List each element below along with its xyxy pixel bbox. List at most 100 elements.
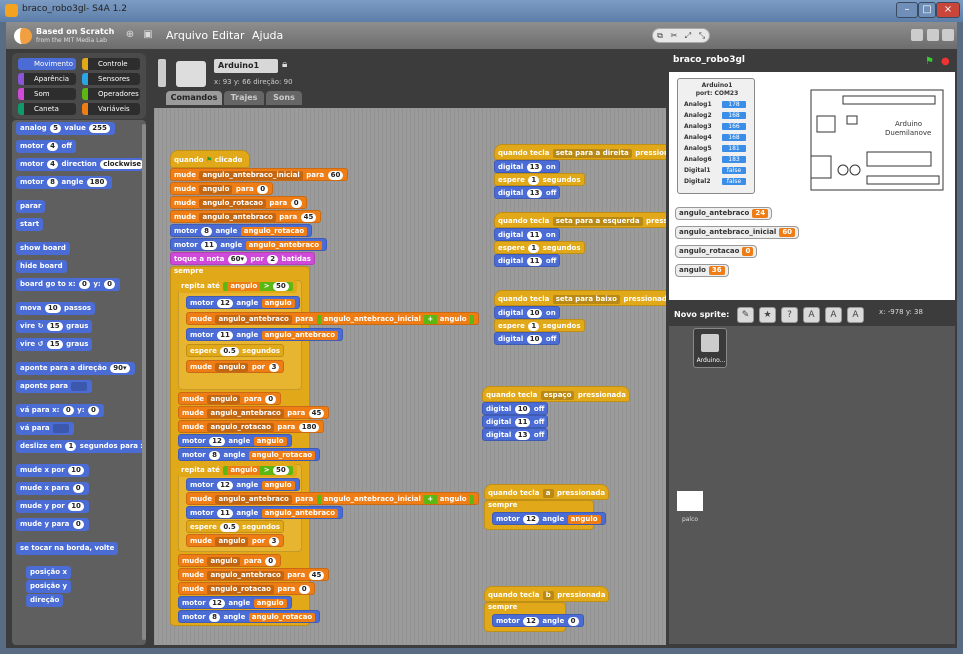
change-y-block[interactable]: mude y por 10 <box>16 500 89 513</box>
hide-board-block[interactable]: hide board <box>16 260 67 273</box>
scissors-icon[interactable]: ✂ <box>667 29 681 42</box>
category-movimento[interactable]: Movimento <box>18 58 76 70</box>
motor-angle-block[interactable]: motor 8 angle 180 <box>16 176 113 189</box>
set-var-block[interactable]: mude angulo_rotacao para 0 <box>178 582 315 595</box>
set-var-block[interactable]: mude angulo_antebraco para angulo_antebr… <box>186 492 479 505</box>
motor-direction-block[interactable]: motor 4 direction clockwise <box>16 158 146 171</box>
when-flag-clicked-hat[interactable]: quando ⚑ clicado <box>170 150 250 168</box>
board-go-to-block[interactable]: board go to x: 0 y: 0 <box>16 278 121 291</box>
change-x-block[interactable]: mude x por 10 <box>16 464 89 477</box>
tab-comandos[interactable]: Comandos <box>166 91 222 105</box>
when-key-pressed-hat[interactable]: quando tecla b pressionada <box>484 586 610 602</box>
when-key-pressed-hat[interactable]: quando tecla a pressionada <box>484 484 610 500</box>
grow-icon[interactable]: ⤢ <box>681 29 695 42</box>
arduino-sprite-icon-2[interactable]: A <box>825 307 842 323</box>
motor-angle-block[interactable]: motor 8 angle angulo_rotacao <box>178 610 321 623</box>
minimize-button[interactable]: – <box>896 2 918 18</box>
repeat-until-header[interactable]: repita até angulo > 50 <box>178 464 297 477</box>
digital-block[interactable]: digital 13 on <box>494 160 560 173</box>
menu-editar[interactable]: Editar <box>212 29 245 42</box>
motor-angle-block[interactable]: motor 12 angle 0 <box>492 614 584 627</box>
wait-block[interactable]: espere 1 segundos <box>494 241 585 254</box>
category-operadores[interactable]: Operadores <box>82 88 140 100</box>
normal-stage-icon[interactable] <box>927 29 939 41</box>
digital-block[interactable]: digital 10 off <box>494 332 561 345</box>
digital-block[interactable]: digital 13 off <box>482 428 549 441</box>
variable-monitor[interactable]: angulo_antebraco 24 <box>675 207 773 220</box>
set-var-block[interactable]: mude angulo para 0 <box>178 392 282 405</box>
category-variaveis[interactable]: Variáveis <box>82 103 140 115</box>
set-var-block[interactable]: mude angulo_antebraco para angulo_antebr… <box>186 312 479 325</box>
sprite-tile[interactable]: Arduino... <box>693 328 727 368</box>
bounce-block[interactable]: se tocar na borda, volte <box>16 542 119 555</box>
close-button[interactable]: × <box>936 2 960 18</box>
glide-block[interactable]: deslize em 1 segundos para x: <box>16 440 146 453</box>
scratch-logo[interactable]: Based on Scratch from the MIT Media Lab <box>14 26 126 46</box>
palette-scrollbar[interactable] <box>142 124 146 640</box>
digital-block[interactable]: digital 13 off <box>494 186 561 199</box>
turn-right-block[interactable]: vire ↻ 15 graus <box>16 320 93 333</box>
set-var-block[interactable]: mude angulo_antebraco_inicial para 60 <box>170 168 349 181</box>
menu-arquivo[interactable]: Arquivo <box>166 29 208 42</box>
duplicate-icon[interactable]: ⧉ <box>653 29 667 42</box>
variable-monitor[interactable]: angulo_antebraco_inicial 60 <box>675 226 800 239</box>
random-sprite-icon[interactable]: ? <box>781 307 798 323</box>
stage[interactable]: Arduino1 port: COM23 Analog1 178 Analog2 1… <box>669 72 955 300</box>
variable-monitor[interactable]: angulo 36 <box>675 264 729 277</box>
stop-icon[interactable]: ● <box>941 56 950 67</box>
arduino-board-sprite[interactable]: Arduino Duemilanove <box>807 86 947 196</box>
set-var-block[interactable]: mude angulo_rotacao para 0 <box>170 196 307 209</box>
play-note-block[interactable]: toque a nota 60▾ por 2 batidas <box>170 252 315 265</box>
category-controle[interactable]: Controle <box>82 58 140 70</box>
category-sensores[interactable]: Sensores <box>82 73 140 85</box>
wait-block[interactable]: espere 0.5 segundos <box>186 344 285 357</box>
category-som[interactable]: Som <box>18 88 76 100</box>
rotation-style-buttons[interactable] <box>158 59 166 87</box>
paint-sprite-icon[interactable]: ✎ <box>737 307 754 323</box>
sensor-board-panel[interactable]: Arduino1 port: COM23 Analog1 178 Analog2 1… <box>677 78 755 194</box>
digital-block[interactable]: digital 10 off <box>482 402 549 415</box>
direction-reporter[interactable]: direção <box>26 594 64 607</box>
set-var-block[interactable]: mude angulo_rotacao para 180 <box>178 420 325 433</box>
motor-off-block[interactable]: motor 4 off <box>16 140 76 153</box>
digital-block[interactable]: digital 11 off <box>494 254 561 267</box>
move-steps-block[interactable]: mova 10 passos <box>16 302 96 315</box>
arduino-sprite-icon-3[interactable]: A <box>847 307 864 323</box>
motor-angle-block[interactable]: motor 12 angle angulo <box>186 296 300 309</box>
when-key-pressed-hat[interactable]: quando tecla seta para baixo pressionada <box>494 290 666 306</box>
sprite-name-field[interactable]: Arduino1 <box>214 59 278 73</box>
variable-monitor[interactable]: angulo_rotacao 0 <box>675 245 758 258</box>
digital-block[interactable]: digital 11 off <box>482 415 549 428</box>
motor-angle-block[interactable]: motor 12 angle angulo <box>186 478 300 491</box>
set-var-block[interactable]: mude angulo_antebraco para 45 <box>178 406 330 419</box>
go-to-block[interactable]: vá para <box>16 422 74 435</box>
wait-block[interactable]: espere 1 segundos <box>494 173 585 186</box>
go-to-xy-block[interactable]: vá para x: 0 y: 0 <box>16 404 104 417</box>
when-key-pressed-hat[interactable]: quando tecla seta para a esquerda pressi… <box>494 212 666 228</box>
set-var-block[interactable]: mude angulo para 0 <box>170 182 274 195</box>
change-var-block[interactable]: mude angulo por 3 <box>186 534 285 547</box>
set-var-block[interactable]: mude angulo_antebraco para 45 <box>178 568 330 581</box>
digital-block[interactable]: digital 10 on <box>494 306 560 319</box>
x-position-reporter[interactable]: posição x <box>26 566 72 579</box>
start-block[interactable]: start <box>16 218 44 231</box>
point-towards-block[interactable]: aponte para <box>16 380 93 393</box>
wait-block[interactable]: espere 1 segundos <box>494 319 585 332</box>
arduino-sprite-icon[interactable]: A <box>803 307 820 323</box>
motor-angle-block[interactable]: motor 12 angle angulo <box>492 512 606 525</box>
wait-block[interactable]: espere 0.5 segundos <box>186 520 285 533</box>
save-icon[interactable]: ▣ <box>142 29 154 41</box>
change-var-block[interactable]: mude angulo por 3 <box>186 360 285 373</box>
turn-left-block[interactable]: vire ↺ 15 graus <box>16 338 93 351</box>
lock-icon[interactable]: 🔒︎ <box>282 59 287 70</box>
motor-angle-block[interactable]: motor 8 angle angulo_rotacao <box>178 448 321 461</box>
tab-trajes[interactable]: Trajes <box>224 91 264 105</box>
scripts-area[interactable]: quando ⚑ clicado mude angulo_antebraco_i… <box>154 108 666 645</box>
category-caneta[interactable]: Caneta <box>18 103 76 115</box>
motor-angle-block[interactable]: motor 11 angle angulo_antebraco <box>170 238 328 251</box>
stage-thumbnail[interactable] <box>677 491 703 511</box>
green-flag-icon[interactable]: ⚑ <box>925 56 934 67</box>
category-aparencia[interactable]: Aparência <box>18 73 76 85</box>
presentation-mode-icon[interactable] <box>942 29 954 41</box>
maximize-button[interactable]: □ <box>918 2 936 18</box>
